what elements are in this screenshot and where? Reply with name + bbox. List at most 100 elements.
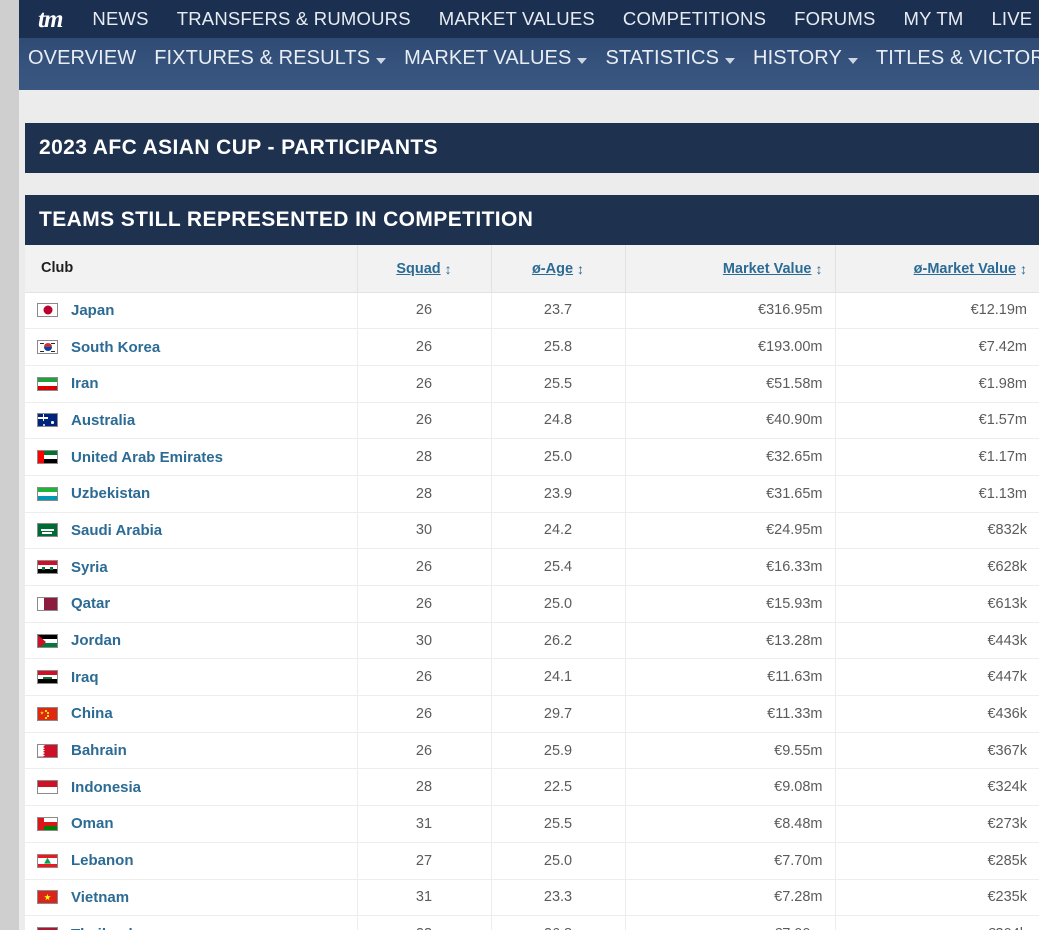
topnav-item-competitions[interactable]: COMPETITIONS [609,8,780,30]
club-link[interactable]: Qatar [71,595,110,612]
sort-link-squad[interactable]: Squad [396,261,440,277]
cell-avg-market-value: €443k [835,622,1039,660]
cell-avg-age: 25.8 [491,328,626,366]
club-link[interactable]: Oman [71,815,114,832]
cell-club: Jordan [25,622,358,660]
table-row[interactable]: China 26 29.7 €11.33m €436k [25,695,1039,733]
topnav-item-forums[interactable]: FORUMS [780,8,889,30]
cell-market-value: €193.00m [625,328,836,366]
topnav-item-live[interactable]: LIVE [977,8,1039,30]
subnav-item-fixtures-results[interactable]: FIXTURES & RESULTS [145,47,395,70]
cell-squad: 26 [357,695,492,733]
cell-squad: 26 [357,365,492,403]
club-link[interactable]: Thailand [71,926,133,930]
subnav-item-history[interactable]: HISTORY [744,47,867,70]
column-header-avg-age[interactable]: ø-Age ↕ [491,245,626,293]
club-cell-content: Jordan [37,632,345,649]
sort-link-market-value[interactable]: Market Value [723,261,812,277]
club-link[interactable]: Australia [71,412,135,429]
club-link[interactable]: Lebanon [71,852,134,869]
subnav-item-titles-victories[interactable]: TITLES & VICTORIES [867,47,1039,70]
table-row[interactable]: United Arab Emirates 28 25.0 €32.65m €1.17m [25,438,1039,476]
club-link[interactable]: Japan [71,302,114,319]
table-row[interactable]: Japan 26 23.7 €316.95m €12.19m [25,292,1039,330]
cell-club: Thailand [25,915,358,930]
cell-avg-age: 24.1 [491,658,626,697]
cell-club: Saudi Arabia [25,512,358,550]
table-row[interactable]: Qatar 26 25.0 €15.93m €613k [25,585,1039,623]
cell-avg-age: 25.5 [491,805,626,843]
cell-avg-age: 25.0 [491,585,626,623]
club-link[interactable]: South Korea [71,339,160,356]
top-nav-links: NEWS TRANSFERS & RUMOURS MARKET VALUES COMP… [78,8,1039,30]
chevron-down-icon [577,57,588,64]
table-row[interactable]: Indonesia 28 22.5 €9.08m €324k [25,768,1039,807]
cell-club: Australia [25,402,358,440]
topnav-item-market-values[interactable]: MARKET VALUES [425,8,609,30]
table-row[interactable]: South Korea 26 25.8 €193.00m €7.42m [25,328,1039,366]
flag-iraq-icon [37,670,58,685]
topnav-item-my-tm[interactable]: MY TM [890,8,978,30]
cell-squad: 27 [357,842,492,880]
tm-logo[interactable]: tm [19,7,78,32]
table-row[interactable]: Uzbekistan 28 23.9 €31.65m €1.13m [25,475,1039,513]
flag-saudi-arabia-icon [37,523,58,538]
sort-updown-icon[interactable]: ↕ [577,261,584,277]
club-cell-content: Iraq [37,669,345,686]
column-header-label: Club [41,260,74,277]
table-row[interactable]: Bahrain 26 25.9 €9.55m €367k [25,732,1039,770]
club-link[interactable]: Iran [71,375,99,392]
cell-avg-age: 25.0 [491,438,626,476]
topnav-item-news[interactable]: NEWS [78,8,162,30]
table-row[interactable]: Saudi Arabia 30 24.2 €24.95m €832k [25,512,1039,550]
club-link[interactable]: Saudi Arabia [71,522,162,539]
table-row[interactable]: Thailand 2326.8€7.00m€304k [25,915,1039,930]
table-row[interactable]: Lebanon 27 25.0 €7.70m €285k [25,842,1039,880]
cell-squad: 26 [357,292,492,330]
cell-club: Lebanon [25,842,358,880]
flag-bahrain-icon [37,743,58,758]
topnav-item-transfers-rumours[interactable]: TRANSFERS & RUMOURS [163,8,425,30]
cell-avg-market-value: €7.42m [835,328,1039,366]
cell-club: Oman [25,805,358,843]
table-row[interactable]: Iran 26 25.5 €51.58m €1.98m [25,365,1039,403]
sort-updown-icon[interactable]: ↕ [1020,261,1027,277]
flag-qatar-icon [37,596,58,611]
sort-updown-icon[interactable]: ↕ [445,261,452,277]
subnav-item-statistics[interactable]: STATISTICS [596,47,744,70]
sort-updown-icon[interactable]: ↕ [816,261,823,277]
cell-market-value: €7.00m [625,915,836,930]
flag-syria-icon [37,560,58,575]
club-link[interactable]: Uzbekistan [71,485,150,502]
club-cell-content: Lebanon [37,852,345,869]
sort-link-avg-market-value[interactable]: ø-Market Value [914,261,1016,277]
column-header-market-value[interactable]: Market Value ↕ [625,245,836,293]
cell-avg-age: 29.7 [491,695,626,733]
cell-squad: 23 [357,915,492,930]
table-row[interactable]: Oman 31 25.5 €8.48m €273k [25,805,1039,843]
sort-link-avg-age[interactable]: ø-Age [532,261,573,277]
club-link[interactable]: United Arab Emirates [71,449,223,466]
cell-avg-market-value: €285k [835,842,1039,880]
table-row[interactable]: Syria 26 25.4 €16.33m €628k [25,548,1039,586]
table-header-row: Club Squad ↕ ø-Age ↕ Market Value ↕ ø-Market Va… [25,245,1039,293]
cell-squad: 31 [357,879,492,917]
subnav-item-market-values[interactable]: MARKET VALUES [395,47,596,70]
table-row[interactable]: Iraq 26 24.1 €11.63m €447k [25,658,1039,697]
subnav-item-overview[interactable]: OVERVIEW [19,47,145,70]
table-row[interactable]: Vietnam 31 23.3 €7.28m €235k [25,879,1039,917]
club-link[interactable]: China [71,705,113,722]
section-spacer [19,173,1039,195]
table-row[interactable]: Jordan 30 26.2 €13.28m €443k [25,622,1039,660]
club-link[interactable]: Indonesia [71,779,141,796]
club-link[interactable]: Syria [71,559,108,576]
cell-squad: 30 [357,512,492,550]
club-link[interactable]: Bahrain [71,742,127,759]
club-link[interactable]: Vietnam [71,889,129,906]
column-header-squad[interactable]: Squad ↕ [357,245,492,293]
club-link[interactable]: Iraq [71,669,99,686]
table-row[interactable]: Australia 26 24.8 €40.90m €1.57m [25,402,1039,440]
column-header-avg-market-value[interactable]: ø-Market Value ↕ [835,245,1039,293]
club-link[interactable]: Jordan [71,632,121,649]
flag-south-korea-icon [37,340,58,355]
